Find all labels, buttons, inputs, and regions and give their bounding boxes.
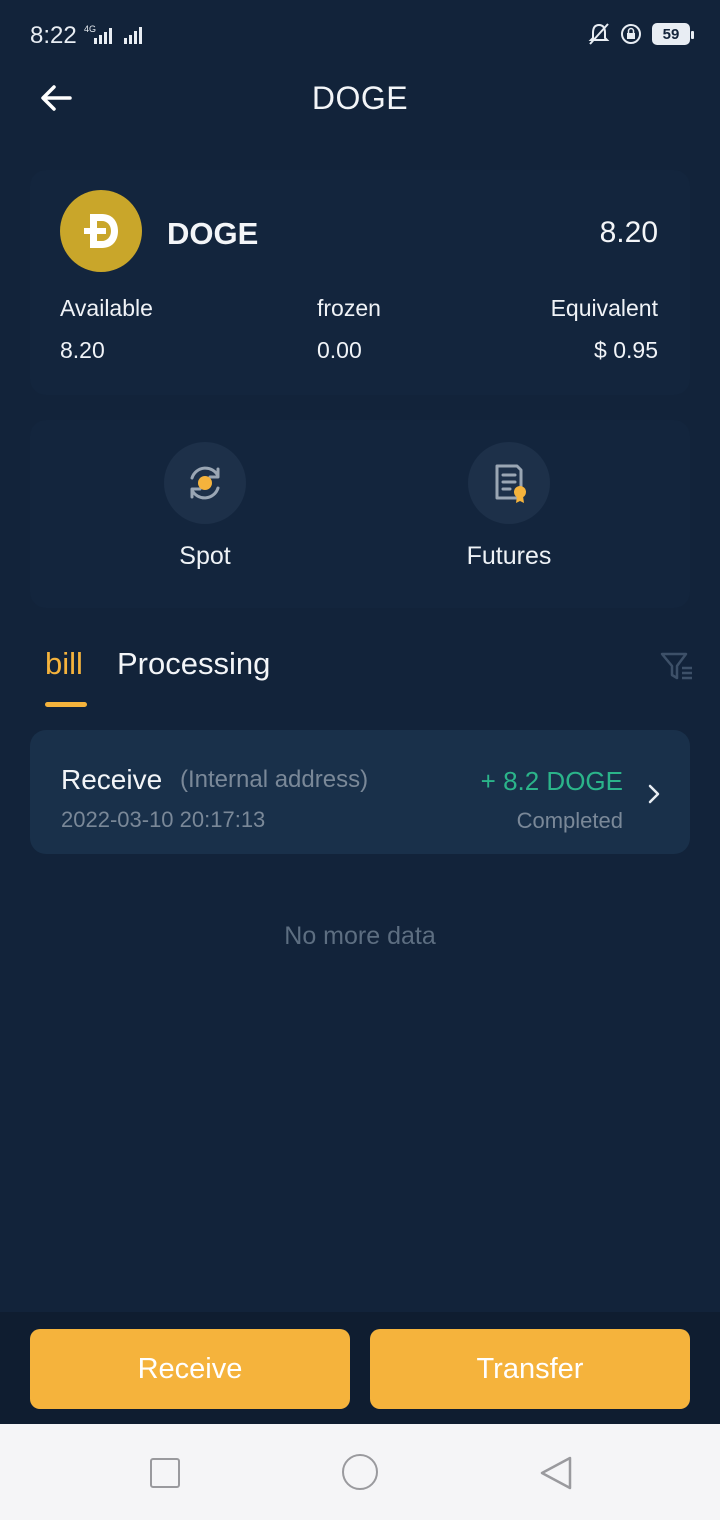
account-actions-card: Spot Futures — [30, 420, 690, 608]
available-value: 8.20 — [60, 337, 105, 363]
svg-text:4G: 4G — [84, 24, 96, 34]
nav-back-icon[interactable] — [538, 1454, 574, 1492]
available-label: Available — [60, 295, 153, 321]
frozen-label: frozen — [317, 295, 381, 321]
lock-rotation-icon — [621, 24, 641, 44]
swap-circle-icon — [190, 466, 220, 500]
record-status: Completed — [516, 808, 623, 833]
receive-button[interactable]: Receive — [30, 1329, 350, 1409]
asset-summary-card: DOGE 8.20 Available 8.20 frozen 0.00 Equ… — [30, 170, 690, 395]
home-icon[interactable] — [342, 1454, 378, 1490]
chevron-right-icon — [648, 784, 660, 804]
coin-total-balance: 8.20 — [599, 216, 658, 249]
tab-bill[interactable]: bill — [45, 646, 83, 682]
doge-coin-logo — [60, 190, 142, 272]
header: DOGE — [0, 70, 720, 126]
filter-icon[interactable] — [659, 648, 695, 684]
record-timestamp: 2022-03-10 20:17:13 — [61, 807, 266, 832]
active-tab-indicator — [45, 702, 87, 707]
doge-icon — [84, 214, 118, 248]
contract-document-icon — [495, 464, 526, 503]
page-title: DOGE — [311, 80, 409, 116]
record-amount: + 8.2 DOGE — [480, 766, 623, 796]
recent-apps-icon[interactable] — [150, 1458, 180, 1488]
futures-action[interactable]: Futures — [429, 442, 589, 571]
status-bar: 8:22 4G 59 — [0, 0, 720, 70]
frozen-value: 0.00 — [317, 337, 362, 363]
system-nav-bar — [0, 1424, 720, 1520]
record-tabs: bill Processing — [45, 640, 695, 715]
equivalent-label: Equivalent — [550, 295, 658, 321]
record-type: Receive — [61, 764, 163, 795]
bill-record-item[interactable]: Receive (Internal address) 2022-03-10 20… — [30, 730, 690, 854]
record-note: (Internal address) — [180, 766, 369, 793]
status-time: 8:22 — [30, 22, 77, 49]
spot-action[interactable]: Spot — [125, 442, 285, 571]
signal-icon: 4G — [84, 24, 142, 44]
list-end-message: No more data — [284, 922, 436, 950]
coin-symbol: DOGE — [167, 216, 259, 251]
equivalent-value: $ 0.95 — [594, 337, 658, 363]
tab-processing[interactable]: Processing — [117, 646, 270, 682]
bell-muted-icon — [588, 23, 610, 45]
futures-label: Futures — [466, 542, 552, 570]
spot-label: Spot — [179, 542, 231, 570]
transfer-button[interactable]: Transfer — [370, 1329, 690, 1409]
battery-indicator: 59 — [652, 23, 694, 45]
bottom-action-bar: Receive Transfer — [0, 1312, 720, 1424]
